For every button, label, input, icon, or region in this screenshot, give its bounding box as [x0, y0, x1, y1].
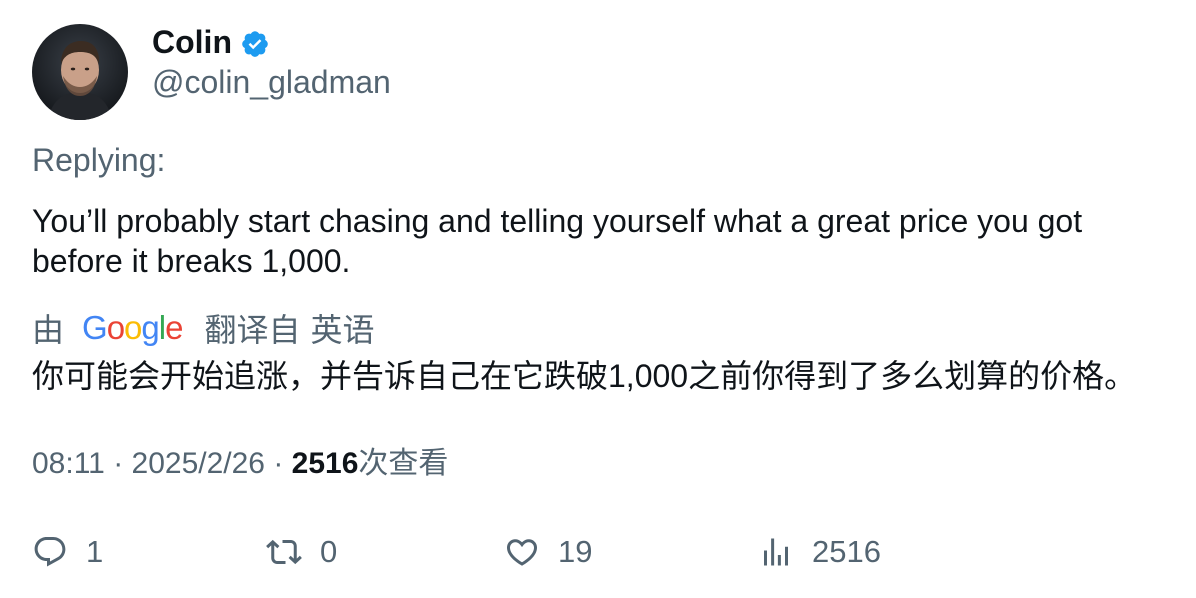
replying-label: Replying:	[32, 142, 166, 178]
heart-icon	[506, 539, 538, 566]
retweet-count: 0	[320, 534, 338, 569]
translated-from-label: 翻译自	[204, 312, 301, 348]
translation-attribution: 由 Google 翻译自 英语	[32, 306, 375, 350]
translated-text: 你可能会开始追涨，并告诉自己在它跌破1,000之前你得到了多么划算的价格。	[32, 358, 1137, 394]
views-button[interactable]: 2516	[758, 530, 881, 574]
reply-button[interactable]: 1	[32, 530, 103, 574]
views-label: 次查看	[358, 447, 449, 480]
author-handle[interactable]: @colin_gladman	[152, 62, 391, 102]
views-count: 2516	[291, 447, 359, 480]
action-bar: 1 0 19 2516	[32, 530, 1172, 574]
like-count: 19	[558, 534, 593, 569]
tweet-card: Colin @colin_gladman Replying: You’ll pr…	[0, 0, 1196, 598]
google-logo[interactable]: Google	[82, 309, 183, 347]
reply-count: 1	[86, 534, 104, 569]
author-name[interactable]: Colin	[152, 22, 232, 62]
source-language: 英语	[310, 312, 375, 348]
tweet-meta: 08:11 · 2025/2/26 · 2516次查看	[32, 444, 448, 484]
avatar[interactable]	[32, 24, 128, 120]
views-count-action: 2516	[812, 534, 881, 569]
reply-icon	[34, 537, 66, 567]
meta-separator: ·	[273, 447, 292, 480]
retweet-icon	[266, 539, 302, 565]
verified-badge-icon[interactable]	[240, 29, 270, 59]
translated-by-label: 由	[32, 312, 65, 348]
author-row: Colin	[152, 22, 270, 62]
tweet-date[interactable]: 2025/2/26	[132, 447, 265, 480]
tweet-time[interactable]: 08:11	[32, 447, 105, 480]
avatar-image	[32, 24, 128, 120]
retweet-button[interactable]: 0	[266, 530, 337, 574]
like-button[interactable]: 19	[504, 530, 592, 574]
meta-separator: ·	[113, 447, 132, 480]
tweet-text: You’ll probably start chasing and tellin…	[32, 203, 1083, 279]
analytics-icon	[764, 538, 788, 566]
